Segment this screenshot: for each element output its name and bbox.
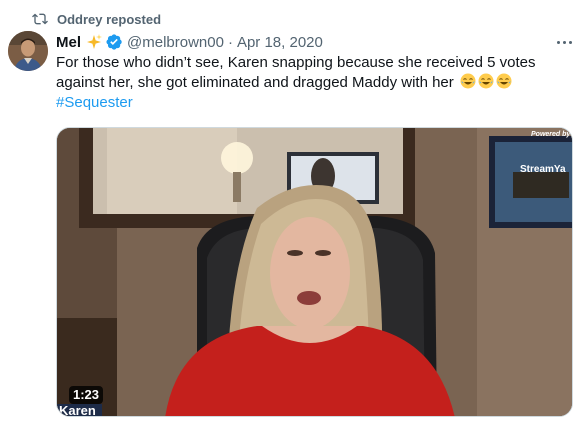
repost-icon — [32, 13, 48, 25]
video-player[interactable]: Powered by StreamYa 1:23 Karen — [56, 127, 573, 417]
author-handle[interactable]: @melbrown00 — [127, 34, 224, 51]
watermark-powered-text: Powered by — [531, 131, 571, 138]
repost-text: Oddrey reposted — [57, 11, 162, 27]
video-thumbnail — [57, 128, 572, 416]
hashtag-link[interactable]: #Sequester — [56, 94, 133, 111]
watermark-brand-text: StreamYa — [520, 164, 566, 175]
tweet-text: For those who didn’t see, Karen snapping… — [56, 53, 542, 113]
joy-emoji-icon — [496, 73, 512, 89]
verified-badge-icon[interactable] — [105, 33, 123, 51]
video-duration-badge: 1:23 — [69, 386, 104, 404]
lower-third-name: Karen — [57, 404, 102, 416]
tweet-card[interactable]: Oddrey reposted Mel @melbrown00 · Apr 18… — [0, 0, 586, 431]
separator-dot: · — [227, 33, 233, 51]
more-options-icon[interactable] — [552, 34, 576, 50]
joy-emoji-icon — [478, 73, 494, 89]
tweet-header: Mel @melbrown00 · Apr 18, 2020 — [56, 32, 323, 52]
repost-indicator[interactable]: Oddrey reposted — [32, 10, 161, 28]
author-name[interactable]: Mel — [56, 34, 81, 51]
joy-emoji-icon — [460, 73, 476, 89]
tweet-date[interactable]: Apr 18, 2020 — [237, 34, 323, 51]
sparkles-icon — [85, 33, 103, 51]
avatar-image — [8, 31, 48, 71]
avatar[interactable] — [8, 31, 48, 71]
